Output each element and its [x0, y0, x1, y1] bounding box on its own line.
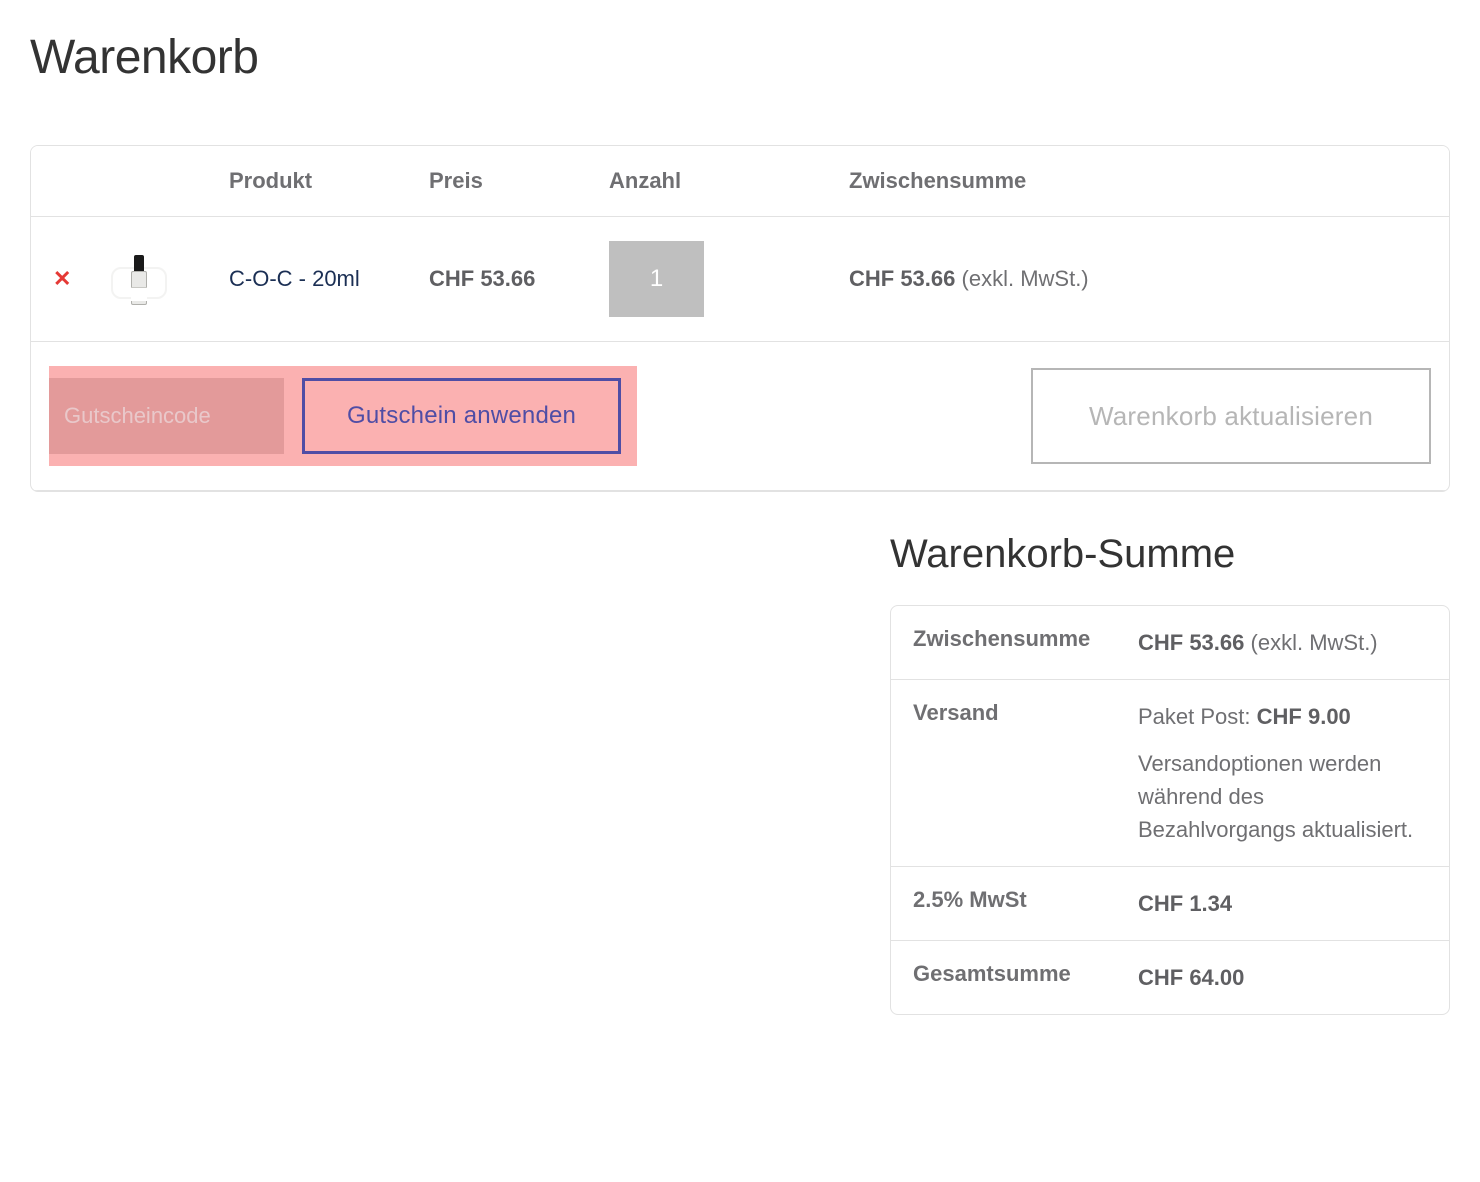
- subtotal-amount: CHF 53.66: [1138, 630, 1244, 655]
- cart-table-container: Produkt Preis Anzahl Zwischensumme ✕: [30, 145, 1450, 492]
- tax-label: 2.5% MwSt: [891, 867, 1116, 941]
- cart-actions-row: Gutschein anwenden Warenkorb aktualisier…: [31, 342, 1449, 491]
- update-cart-button[interactable]: Warenkorb aktualisieren: [1031, 368, 1431, 464]
- col-price-header: Preis: [411, 146, 591, 217]
- subtotal-label: Zwischensumme: [891, 606, 1116, 680]
- product-price: CHF 53.66: [429, 266, 535, 291]
- subtotal-tax-note: (exkl. MwSt.): [1251, 630, 1378, 655]
- coupon-group: Gutschein anwenden: [49, 366, 637, 466]
- quantity-input[interactable]: [609, 241, 704, 317]
- row-subtotal-amount: CHF 53.66: [849, 266, 955, 291]
- product-thumbnail[interactable]: [109, 249, 169, 309]
- cart-table: Produkt Preis Anzahl Zwischensumme ✕: [31, 146, 1449, 491]
- totals-row-shipping: Versand Paket Post: CHF 9.00 Versandopti…: [891, 680, 1449, 867]
- shipping-amount: CHF 9.00: [1257, 704, 1351, 729]
- col-product-header: Produkt: [211, 146, 411, 217]
- cart-totals-section: Warenkorb-Summe Zwischensumme CHF 53.66 …: [890, 532, 1450, 1015]
- col-quantity-header: Anzahl: [591, 146, 831, 217]
- total-label: Gesamtsumme: [891, 941, 1116, 1014]
- col-subtotal-header: Zwischensumme: [831, 146, 1449, 217]
- totals-title: Warenkorb-Summe: [890, 532, 1450, 577]
- page-title: Warenkorb: [30, 30, 1450, 85]
- totals-row-total: Gesamtsumme CHF 64.00: [891, 941, 1449, 1014]
- totals-row-tax: 2.5% MwSt CHF 1.34: [891, 867, 1449, 941]
- totals-table: Zwischensumme CHF 53.66 (exkl. MwSt.) Ve…: [890, 605, 1450, 1015]
- tax-amount: CHF 1.34: [1138, 891, 1232, 916]
- shipping-note: Versandoptionen werden während des Bezah…: [1138, 747, 1427, 846]
- col-thumb-header: [91, 146, 211, 217]
- row-subtotal-tax-note: (exkl. MwSt.): [962, 266, 1089, 291]
- shipping-label: Versand: [891, 680, 1116, 867]
- remove-item-button[interactable]: ✕: [53, 268, 71, 290]
- shipping-method: Paket Post:: [1138, 704, 1251, 729]
- product-name-link[interactable]: C-O-C - 20ml: [229, 266, 360, 291]
- totals-row-subtotal: Zwischensumme CHF 53.66 (exkl. MwSt.): [891, 606, 1449, 680]
- total-amount: CHF 64.00: [1138, 965, 1244, 990]
- coupon-code-input[interactable]: [49, 378, 284, 454]
- cart-row: ✕ C-O-C - 20ml CHF 53.66: [31, 217, 1449, 342]
- col-remove-header: [31, 146, 91, 217]
- apply-coupon-button[interactable]: Gutschein anwenden: [302, 378, 621, 454]
